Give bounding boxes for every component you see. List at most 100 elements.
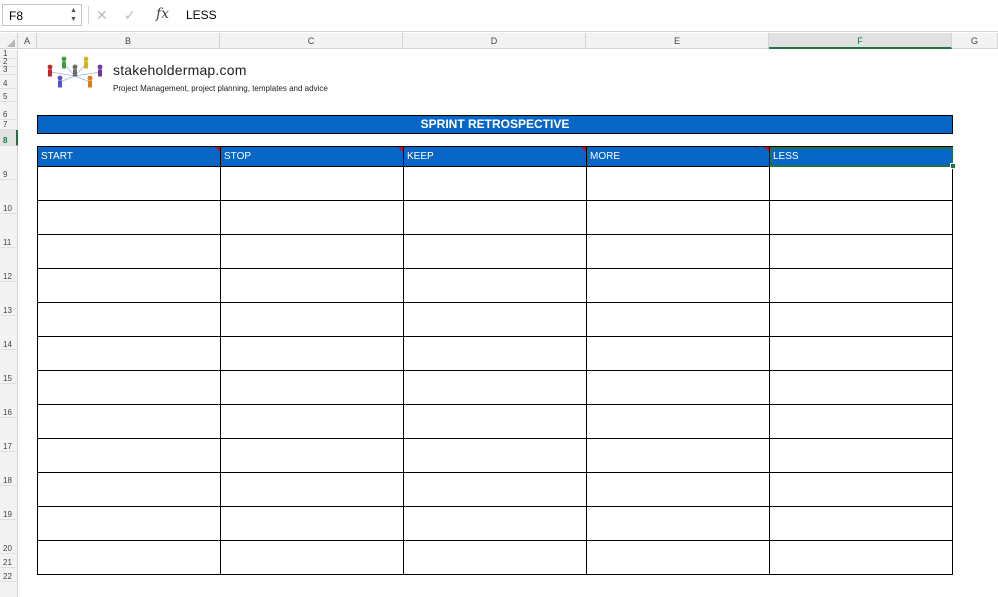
row-header-17[interactable]: 17 (0, 418, 18, 452)
table-cell[interactable] (37, 404, 221, 439)
table-cell[interactable] (769, 472, 953, 507)
column-header-a[interactable]: A (18, 33, 37, 49)
table-cell[interactable] (220, 336, 404, 371)
row-header-11[interactable]: 11 (0, 214, 18, 248)
row-header-9[interactable]: 9 (0, 146, 18, 180)
table-cell[interactable] (586, 438, 770, 473)
comment-indicator-icon[interactable] (215, 147, 220, 152)
table-cell[interactable] (586, 268, 770, 303)
column-label-less[interactable]: LESS (769, 146, 953, 167)
table-cell[interactable] (37, 540, 221, 575)
fill-handle[interactable] (950, 163, 956, 169)
table-cell[interactable] (37, 336, 221, 371)
table-cell[interactable] (37, 200, 221, 235)
table-cell[interactable] (769, 540, 953, 575)
table-cell[interactable] (586, 234, 770, 269)
table-cell[interactable] (586, 336, 770, 371)
function-icon[interactable]: fx (156, 6, 169, 22)
close-icon[interactable]: ✕ (96, 7, 108, 24)
row-header-3[interactable]: 3 (0, 65, 18, 75)
comment-indicator-icon[interactable] (398, 147, 403, 152)
table-cell[interactable] (220, 404, 404, 439)
comment-indicator-icon[interactable] (581, 147, 586, 152)
table-cell[interactable] (220, 166, 404, 201)
table-cell[interactable] (586, 166, 770, 201)
column-header-g[interactable]: G (952, 33, 998, 49)
select-all-button[interactable] (0, 33, 18, 49)
comment-indicator-icon[interactable] (764, 147, 769, 152)
row-header-10[interactable]: 10 (0, 180, 18, 214)
table-cell[interactable] (769, 234, 953, 269)
name-box-dropdown-icon[interactable]: ▲ ▼ (70, 6, 78, 24)
formula-input[interactable]: LESS (186, 8, 217, 22)
table-cell[interactable] (37, 472, 221, 507)
sheet-title[interactable]: SPRINT RETROSPECTIVE (37, 115, 953, 134)
name-box[interactable]: F8 ▲ ▼ (2, 4, 82, 26)
table-cell[interactable] (403, 336, 587, 371)
table-cell[interactable] (769, 506, 953, 541)
row-header-13[interactable]: 13 (0, 282, 18, 316)
table-cell[interactable] (403, 472, 587, 507)
table-cell[interactable] (37, 506, 221, 541)
table-cell[interactable] (37, 438, 221, 473)
table-cell[interactable] (769, 336, 953, 371)
table-cell[interactable] (403, 200, 587, 235)
table-cell[interactable] (37, 370, 221, 405)
table-cell[interactable] (220, 302, 404, 337)
row-header-16[interactable]: 16 (0, 384, 18, 418)
table-cell[interactable] (586, 404, 770, 439)
row-header-7[interactable]: 7 (0, 120, 18, 130)
table-cell[interactable] (403, 166, 587, 201)
column-header-f[interactable]: F (769, 33, 952, 49)
table-cell[interactable] (586, 540, 770, 575)
table-cell[interactable] (586, 370, 770, 405)
table-cell[interactable] (586, 200, 770, 235)
row-header-5[interactable]: 5 (0, 89, 18, 102)
table-cell[interactable] (220, 540, 404, 575)
table-cell[interactable] (769, 438, 953, 473)
table-cell[interactable] (586, 302, 770, 337)
column-header-d[interactable]: D (403, 33, 586, 49)
table-cell[interactable] (220, 370, 404, 405)
column-label-keep[interactable]: KEEP (403, 146, 587, 167)
check-icon[interactable]: ✓ (124, 7, 136, 24)
table-cell[interactable] (220, 200, 404, 235)
table-cell[interactable] (403, 540, 587, 575)
table-cell[interactable] (769, 370, 953, 405)
column-label-stop[interactable]: STOP (220, 146, 404, 167)
table-cell[interactable] (220, 438, 404, 473)
table-cell[interactable] (403, 370, 587, 405)
column-label-start[interactable]: START (37, 146, 221, 167)
table-cell[interactable] (403, 506, 587, 541)
row-header-15[interactable]: 15 (0, 350, 18, 384)
table-cell[interactable] (37, 268, 221, 303)
row-header-12[interactable]: 12 (0, 248, 18, 282)
column-header-b[interactable]: B (37, 33, 220, 49)
column-header-c[interactable]: C (220, 33, 403, 49)
table-cell[interactable] (403, 404, 587, 439)
table-cell[interactable] (586, 472, 770, 507)
row-header-22[interactable]: 22 (0, 568, 18, 582)
table-cell[interactable] (769, 404, 953, 439)
table-cell[interactable] (403, 302, 587, 337)
table-cell[interactable] (220, 506, 404, 541)
row-header-18[interactable]: 18 (0, 452, 18, 486)
row-header-14[interactable]: 14 (0, 316, 18, 350)
table-cell[interactable] (37, 234, 221, 269)
row-header-21[interactable]: 21 (0, 554, 18, 568)
table-cell[interactable] (769, 268, 953, 303)
table-cell[interactable] (37, 302, 221, 337)
row-header-8[interactable]: 8 (0, 130, 18, 146)
row-header-4[interactable]: 4 (0, 75, 18, 89)
table-cell[interactable] (586, 506, 770, 541)
table-cell[interactable] (769, 302, 953, 337)
table-cell[interactable] (769, 166, 953, 201)
row-header-20[interactable]: 20 (0, 520, 18, 554)
column-label-more[interactable]: MORE (586, 146, 770, 167)
row-header-6[interactable]: 6 (0, 102, 18, 120)
table-cell[interactable] (403, 268, 587, 303)
table-cell[interactable] (220, 472, 404, 507)
table-cell[interactable] (403, 234, 587, 269)
table-cell[interactable] (37, 166, 221, 201)
table-cell[interactable] (220, 268, 404, 303)
